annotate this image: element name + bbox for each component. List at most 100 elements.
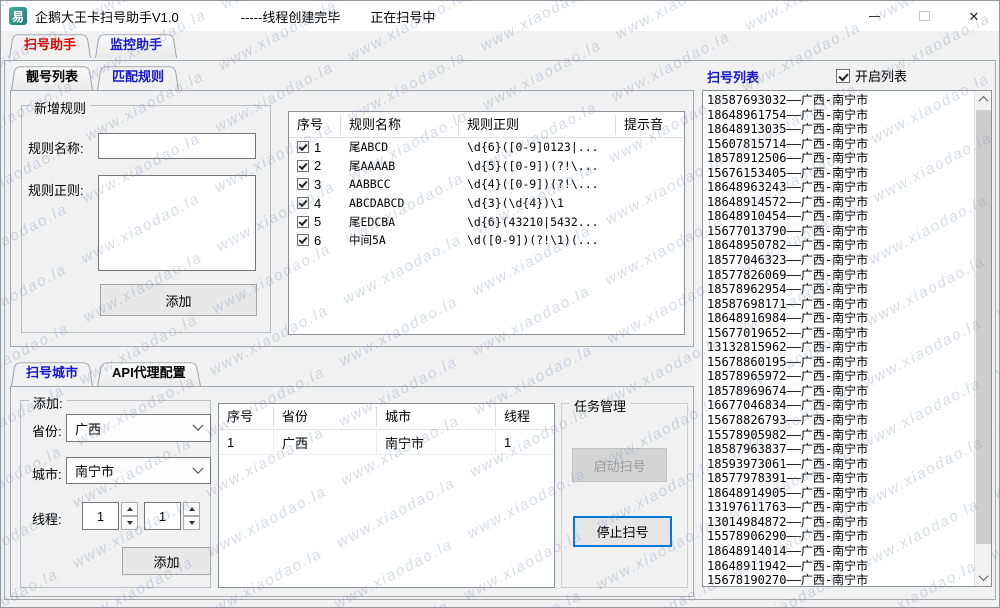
tab-item[interactable]: 靓号列表: [11, 64, 93, 90]
row-checkbox[interactable]: [297, 160, 309, 172]
scroll-up-button[interactable]: [975, 91, 992, 108]
list-item[interactable]: 15677019652——广西-南宁市: [707, 326, 973, 341]
list-item[interactable]: 15578906290——广西-南宁市: [707, 529, 973, 544]
rule-regex-input[interactable]: [98, 175, 256, 271]
title-bar: 易 企鹅大王卡扫号助手V1.0 -----线程创建完毕 正在扫号中 ✕: [1, 1, 999, 31]
row-checkbox[interactable]: [297, 178, 309, 190]
list-item[interactable]: 16677046834——广西-南宁市: [707, 398, 973, 413]
list-item[interactable]: 15578905982——广西-南宁市: [707, 428, 973, 443]
list-item[interactable]: 18593973061——广西-南宁市: [707, 457, 973, 472]
tab-item[interactable]: 匹配规则: [97, 64, 179, 90]
list-item[interactable]: 18648914014——广西-南宁市: [707, 544, 973, 559]
maximize-icon: [919, 11, 930, 21]
list-item[interactable]: 18587693032——广西-南宁市: [707, 93, 973, 108]
thread-input-1[interactable]: [82, 502, 119, 530]
list-item[interactable]: 15677013790——广西-南宁市: [707, 224, 973, 239]
list-item[interactable]: 13197611763——广西-南宁市: [707, 500, 973, 515]
list-item[interactable]: 18577978391——广西-南宁市: [707, 471, 973, 486]
list-item[interactable]: 18648914905——广西-南宁市: [707, 486, 973, 501]
scrollbar[interactable]: [974, 91, 991, 586]
city-value: 南宁市: [75, 461, 114, 480]
table-row[interactable]: 5尾EDCBA\d{6}(43210|5432...: [289, 212, 684, 231]
tab-item[interactable]: 扫号城市: [11, 360, 93, 386]
province-select[interactable]: 广西: [66, 414, 211, 442]
list-item[interactable]: 18578965972——广西-南宁市: [707, 369, 973, 384]
tab-label: 扫号助手: [24, 34, 76, 53]
tab-item[interactable]: 监控助手: [95, 32, 177, 58]
list-item[interactable]: 15676153405——广西-南宁市: [707, 166, 973, 181]
enable-list-toggle[interactable]: 开启列表: [836, 66, 907, 85]
scan-result-items: 18587693032——广西-南宁市18648961754——广西-南宁市18…: [707, 93, 973, 586]
spin-up-button[interactable]: [183, 502, 200, 516]
spin-down-button[interactable]: [183, 516, 200, 530]
add-rule-button[interactable]: 添加: [100, 284, 257, 316]
spin-down-button[interactable]: [121, 516, 138, 530]
tab-label: API代理配置: [112, 362, 186, 381]
list-item[interactable]: 18648914572——广西-南宁市: [707, 195, 973, 210]
scroll-down-button[interactable]: [975, 569, 992, 586]
close-icon: ✕: [969, 10, 980, 23]
city-col-thread: 线程: [496, 407, 554, 427]
checkbox-icon: [836, 69, 850, 83]
rule-tabstrip: 靓号列表匹配规则: [11, 64, 183, 90]
spin-up-button[interactable]: [121, 502, 138, 516]
new-rule-group-title: 新增规则: [30, 98, 90, 117]
list-item[interactable]: 18648911942——广西-南宁市: [707, 559, 973, 574]
list-item[interactable]: 13014984872——广西-南宁市: [707, 515, 973, 530]
list-item[interactable]: 15678860195——广西-南宁市: [707, 355, 973, 370]
rule-num: 2: [314, 158, 321, 173]
list-item[interactable]: 18578912506——广西-南宁市: [707, 151, 973, 166]
list-item[interactable]: 18648913035——广西-南宁市: [707, 122, 973, 137]
thread-stepper-1: [82, 502, 138, 530]
scan-result-listbox[interactable]: 18587693032——广西-南宁市18648961754——广西-南宁市18…: [702, 90, 992, 587]
list-item[interactable]: 18648963243——广西-南宁市: [707, 180, 973, 195]
tab-item[interactable]: API代理配置: [97, 360, 201, 386]
add-city-group: 添加: 省份: 广西 城市: 南宁市 线程:: [20, 400, 211, 588]
table-cell: 南宁市: [377, 430, 496, 454]
list-item[interactable]: 18578962954——广西-南宁市: [707, 282, 973, 297]
tab-label: 监控助手: [110, 34, 162, 53]
table-row[interactable]: 3AABBCC\d{4}([0-9])(?!\...: [289, 175, 684, 194]
row-checkbox[interactable]: [297, 216, 309, 228]
status-scanning: 正在扫号中: [370, 7, 435, 26]
list-item[interactable]: 18578969674——广西-南宁市: [707, 384, 973, 399]
maximize-button[interactable]: [899, 1, 949, 31]
list-item[interactable]: 18587698171——广西-南宁市: [707, 297, 973, 312]
minimize-button[interactable]: [849, 1, 899, 31]
table-row[interactable]: 4ABCDABCD\d{3}(\d{4})\1: [289, 194, 684, 213]
list-item[interactable]: 15678190270——广西-南宁市: [707, 573, 973, 587]
row-checkbox[interactable]: [297, 141, 309, 153]
rules-col-sound: 提示音: [616, 115, 684, 135]
stop-scan-button[interactable]: 停止扫号: [573, 516, 672, 547]
city-label: 城市:: [32, 464, 62, 483]
city-table: 序号 省份 城市 线程 1广西南宁市1: [218, 403, 555, 588]
list-item[interactable]: 15678826793——广西-南宁市: [707, 413, 973, 428]
list-item[interactable]: 13132815962——广西-南宁市: [707, 340, 973, 355]
rule-name-input[interactable]: [98, 133, 256, 159]
tab-item[interactable]: 扫号助手: [9, 32, 91, 58]
table-row[interactable]: 2尾AAAAB\d{5}([0-9])(?!\...: [289, 157, 684, 176]
rule-name: 尾EDCBA: [341, 214, 459, 230]
list-item[interactable]: 18648950782——广西-南宁市: [707, 238, 973, 253]
list-item[interactable]: 18577826069——广西-南宁市: [707, 268, 973, 283]
scrollbar-thumb[interactable]: [976, 110, 991, 544]
list-item[interactable]: 18648910454——广西-南宁市: [707, 209, 973, 224]
table-row[interactable]: 1广西南宁市1: [219, 430, 554, 455]
row-checkbox[interactable]: [297, 197, 309, 209]
table-row[interactable]: 1尾ABCD\d{6}([0-9]0123|...: [289, 138, 684, 157]
thread-label: 线程:: [32, 509, 62, 528]
list-item[interactable]: 18577046323——广西-南宁市: [707, 253, 973, 268]
close-button[interactable]: ✕: [949, 1, 999, 31]
scan-assistant-page: 靓号列表匹配规则 新增规则 规则名称: 规则正则: 添加 序号 规则名称 规则正…: [4, 60, 996, 600]
list-item[interactable]: 18648961754——广西-南宁市: [707, 108, 973, 123]
start-scan-button[interactable]: 启动扫号: [572, 448, 667, 482]
table-row[interactable]: 6中间5A\d([0-9])(?!\1)(...: [289, 231, 684, 250]
thread-input-2[interactable]: [144, 502, 181, 530]
list-item[interactable]: 15607815714——广西-南宁市: [707, 137, 973, 152]
city-select[interactable]: 南宁市: [66, 457, 211, 484]
city-col-num: 序号: [219, 407, 274, 427]
row-checkbox[interactable]: [297, 234, 309, 246]
add-city-button[interactable]: 添加: [122, 547, 211, 575]
list-item[interactable]: 18648916984——广西-南宁市: [707, 311, 973, 326]
list-item[interactable]: 18587963837——广西-南宁市: [707, 442, 973, 457]
